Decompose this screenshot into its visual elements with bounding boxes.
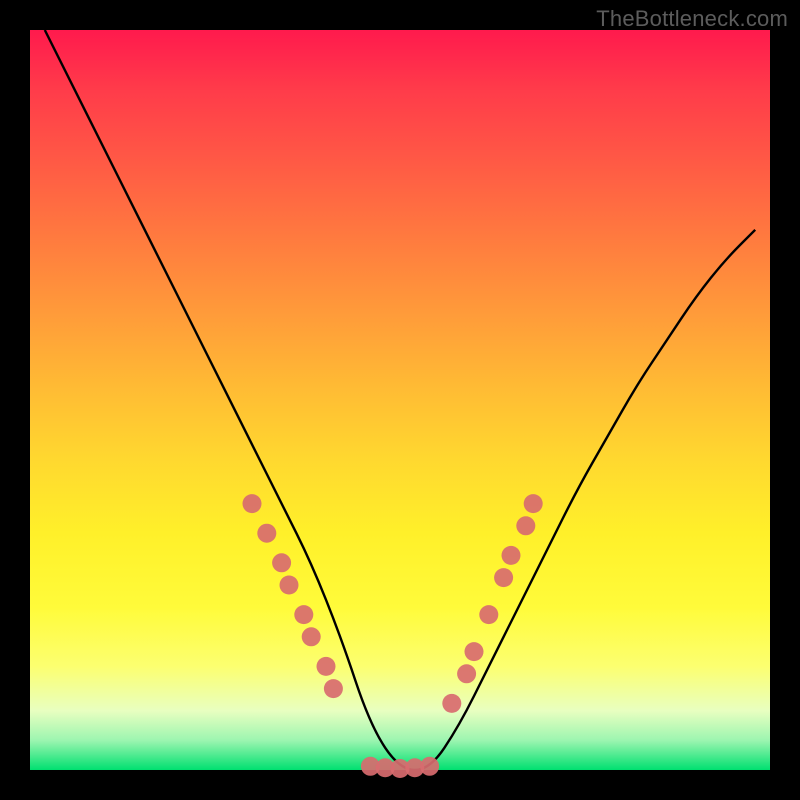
right-markers-dot <box>457 664 476 683</box>
valley-markers-dot <box>420 757 439 776</box>
bottleneck-curve-path <box>45 30 755 770</box>
outer-frame: TheBottleneck.com <box>0 0 800 800</box>
left-markers-dot <box>272 553 291 572</box>
right-markers-dot <box>516 516 535 535</box>
left-markers-dot <box>243 494 262 513</box>
left-markers-dot <box>302 627 321 646</box>
curve-layer <box>45 30 755 770</box>
marker-layer <box>243 494 543 778</box>
right-markers-dot <box>524 494 543 513</box>
plot-area <box>30 30 770 770</box>
left-markers-dot <box>280 576 299 595</box>
right-markers-dot <box>479 605 498 624</box>
chart-svg <box>30 30 770 770</box>
left-markers-dot <box>324 679 343 698</box>
right-markers-dot <box>494 568 513 587</box>
right-markers-dot <box>502 546 521 565</box>
right-markers-dot <box>442 694 461 713</box>
left-markers-dot <box>294 605 313 624</box>
right-markers-dot <box>465 642 484 661</box>
left-markers-dot <box>257 524 276 543</box>
left-markers-dot <box>317 657 336 676</box>
watermark-text: TheBottleneck.com <box>596 6 788 32</box>
